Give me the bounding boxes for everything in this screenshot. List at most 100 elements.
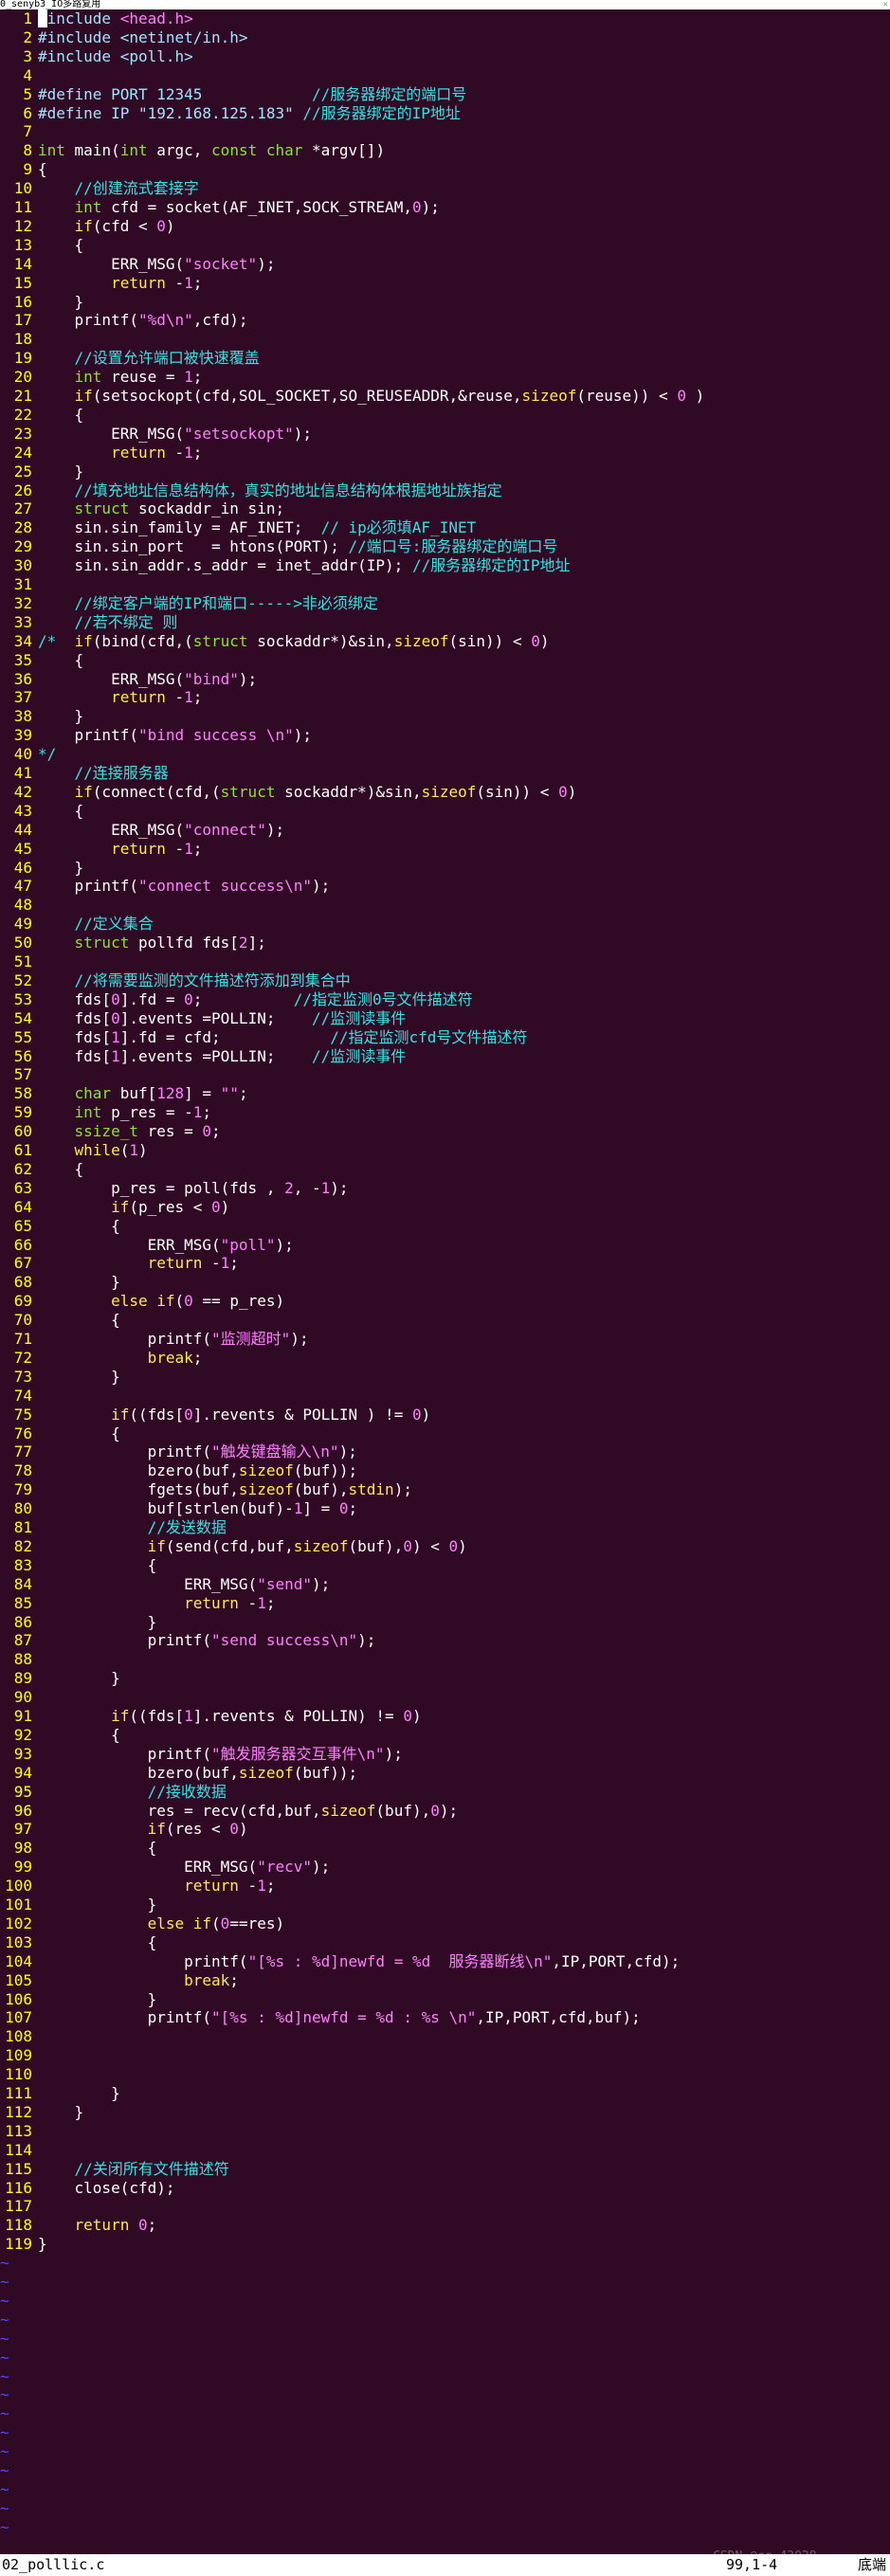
code-line[interactable]: 101 } (0, 1896, 890, 1914)
code-line[interactable]: 45 return -1; (0, 840, 890, 859)
code-line[interactable]: 3 #include <poll.h> (0, 47, 890, 66)
code-line[interactable]: 57 (0, 1065, 890, 1084)
code-line[interactable]: 63 p_res = poll(fds , 2, -1); (0, 1179, 890, 1198)
code-line[interactable]: 92 { (0, 1726, 890, 1745)
code-line[interactable]: 95 //接收数据 (0, 1783, 890, 1802)
code-line[interactable]: 37 return -1; (0, 688, 890, 707)
vim-editor[interactable]: 1 #include <head.h> 2 #include <netinet/in.… (0, 9, 890, 2554)
code-line[interactable]: 99 ERR_MSG("recv"); (0, 1858, 890, 1877)
code-line[interactable]: 59 int p_res = -1; (0, 1103, 890, 1122)
code-line[interactable]: 14 ERR_MSG("socket"); (0, 255, 890, 274)
code-line[interactable]: 33 //若不绑定 则 (0, 613, 890, 632)
code-line[interactable]: 86 } (0, 1613, 890, 1632)
code-line[interactable]: 81 //发送数据 (0, 1518, 890, 1537)
code-line[interactable]: 10 //创建流式套接字 (0, 179, 890, 198)
code-line[interactable]: 40 */ (0, 745, 890, 764)
code-line[interactable]: 28 sin.sin_family = AF_INET; // ip必须填AF_… (0, 518, 890, 537)
code-line[interactable]: 34 /* if(bind(cfd,(struct sockaddr*)&sin,… (0, 632, 890, 651)
code-line[interactable]: 111 } (0, 2084, 890, 2103)
code-line[interactable]: 96 res = recv(cfd,buf,sizeof(buf),0); (0, 1802, 890, 1821)
code-line[interactable]: 66 ERR_MSG("poll"); (0, 1236, 890, 1255)
code-line[interactable]: 104 printf("[%s : %d]newfd = %d 服务器断线\n"… (0, 1952, 890, 1971)
code-line[interactable]: 113 (0, 2122, 890, 2141)
code-line[interactable]: 36 ERR_MSG("bind"); (0, 670, 890, 689)
code-line[interactable]: 50 struct pollfd fds[2]; (0, 934, 890, 952)
code-line[interactable]: 55 fds[1].fd = cfd; //指定监测cfd号文件描述符 (0, 1028, 890, 1047)
code-line[interactable]: 93 printf("触发服务器交互事件\n"); (0, 1745, 890, 1764)
code-line[interactable]: 54 fds[0].events =POLLIN; //监测读事件 (0, 1009, 890, 1028)
code-line[interactable]: 46 } (0, 859, 890, 878)
code-line[interactable]: 89 } (0, 1669, 890, 1688)
code-line[interactable]: 112 } (0, 2103, 890, 2122)
code-line[interactable]: 1 #include <head.h> (0, 9, 890, 28)
code-line[interactable]: 74 (0, 1387, 890, 1406)
code-line[interactable]: 91 if((fds[1].revents & POLLIN) != 0) (0, 1707, 890, 1726)
code-line[interactable]: 5 #define PORT 12345 //服务器绑定的端口号 (0, 85, 890, 104)
code-line[interactable]: 109 (0, 2046, 890, 2065)
close-icon[interactable]: ✕ (883, 0, 888, 9)
code-line[interactable]: 79 fgets(buf,sizeof(buf),stdin); (0, 1480, 890, 1499)
code-line[interactable]: 26 //填充地址信息结构体，真实的地址信息结构体根据地址族指定 (0, 481, 890, 500)
code-line[interactable]: 4 (0, 66, 890, 85)
code-line[interactable]: 51 (0, 952, 890, 971)
code-line[interactable]: 110 (0, 2065, 890, 2084)
code-line[interactable]: 6 #define IP "192.168.125.183" //服务器绑定的IP… (0, 104, 890, 123)
code-line[interactable]: 98 { (0, 1839, 890, 1858)
code-line[interactable]: 29 sin.sin_port = htons(PORT); //端口号:服务器… (0, 537, 890, 556)
code-line[interactable]: 118 return 0; (0, 2216, 890, 2235)
code-line[interactable]: 108 (0, 2027, 890, 2046)
code-line[interactable]: 17 printf("%d\n",cfd); (0, 311, 890, 330)
code-line[interactable]: 69 else if(0 == p_res) (0, 1292, 890, 1311)
code-line[interactable]: 76 { (0, 1424, 890, 1443)
code-line[interactable]: 48 (0, 896, 890, 915)
code-line[interactable]: 21 if(setsockopt(cfd,SOL_SOCKET,SO_REUSE… (0, 387, 890, 406)
code-line[interactable]: 27 struct sockaddr_in sin; (0, 499, 890, 518)
code-line[interactable]: 44 ERR_MSG("connect"); (0, 821, 890, 840)
code-line[interactable]: 53 fds[0].fd = 0; //指定监测0号文件描述符 (0, 990, 890, 1009)
code-line[interactable]: 2 #include <netinet/in.h> (0, 28, 890, 47)
code-line[interactable]: 56 fds[1].events =POLLIN; //监测读事件 (0, 1047, 890, 1066)
code-line[interactable]: 85 return -1; (0, 1594, 890, 1613)
code-line[interactable]: 88 (0, 1650, 890, 1669)
code-line[interactable]: 47 printf("connect success\n"); (0, 877, 890, 896)
code-line[interactable]: 72 break; (0, 1349, 890, 1368)
code-line[interactable]: 20 int reuse = 1; (0, 368, 890, 387)
code-line[interactable]: 90 (0, 1688, 890, 1707)
code-line[interactable]: 116 close(cfd); (0, 2179, 890, 2198)
code-line[interactable]: 75 if((fds[0].revents & POLLIN ) != 0) (0, 1406, 890, 1424)
code-line[interactable]: 22 { (0, 406, 890, 425)
code-line[interactable]: 100 return -1; (0, 1877, 890, 1896)
code-line[interactable]: 41 //连接服务器 (0, 764, 890, 783)
code-line[interactable]: 60 ssize_t res = 0; (0, 1122, 890, 1141)
code-line[interactable]: 73 } (0, 1368, 890, 1387)
code-line[interactable]: 18 (0, 330, 890, 349)
code-line[interactable]: 119} (0, 2235, 890, 2254)
code-line[interactable]: 107 printf("[%s : %d]newfd = %d : %s \n"… (0, 2008, 890, 2027)
code-line[interactable]: 43 { (0, 802, 890, 821)
code-line[interactable]: 97 if(res < 0) (0, 1820, 890, 1839)
code-line[interactable]: 49 //定义集合 (0, 915, 890, 934)
code-line[interactable]: 16 } (0, 293, 890, 312)
code-line[interactable]: 38 } (0, 707, 890, 726)
code-line[interactable]: 117 (0, 2197, 890, 2216)
code-line[interactable]: 23 ERR_MSG("setsockopt"); (0, 425, 890, 444)
code-line[interactable]: 61 while(1) (0, 1141, 890, 1160)
code-line[interactable]: 84 ERR_MSG("send"); (0, 1575, 890, 1594)
code-line[interactable]: 42 if(connect(cfd,(struct sockaddr*)&sin… (0, 783, 890, 802)
code-line[interactable]: 8 int main(int argc, const char *argv[]) (0, 141, 890, 160)
code-line[interactable]: 30 sin.sin_addr.s_addr = inet_addr(IP); … (0, 556, 890, 575)
code-line[interactable]: 106 } (0, 1990, 890, 2009)
code-line[interactable]: 71 printf("监测超时"); (0, 1330, 890, 1349)
code-line[interactable]: 82 if(send(cfd,buf,sizeof(buf),0) < 0) (0, 1537, 890, 1556)
code-line[interactable]: 62 { (0, 1160, 890, 1179)
code-line[interactable]: 25 } (0, 463, 890, 481)
code-line[interactable]: 31 (0, 575, 890, 594)
code-line[interactable]: 67 return -1; (0, 1254, 890, 1273)
code-line[interactable]: 80 buf[strlen(buf)-1] = 0; (0, 1499, 890, 1518)
code-line[interactable]: 105 break; (0, 1971, 890, 1990)
code-line[interactable]: 7 (0, 122, 890, 141)
code-line[interactable]: 87 printf("send success\n"); (0, 1631, 890, 1650)
code-line[interactable]: 83 { (0, 1556, 890, 1575)
code-line[interactable]: 114 (0, 2141, 890, 2160)
code-line[interactable]: 11 int cfd = socket(AF_INET,SOCK_STREAM,… (0, 198, 890, 217)
